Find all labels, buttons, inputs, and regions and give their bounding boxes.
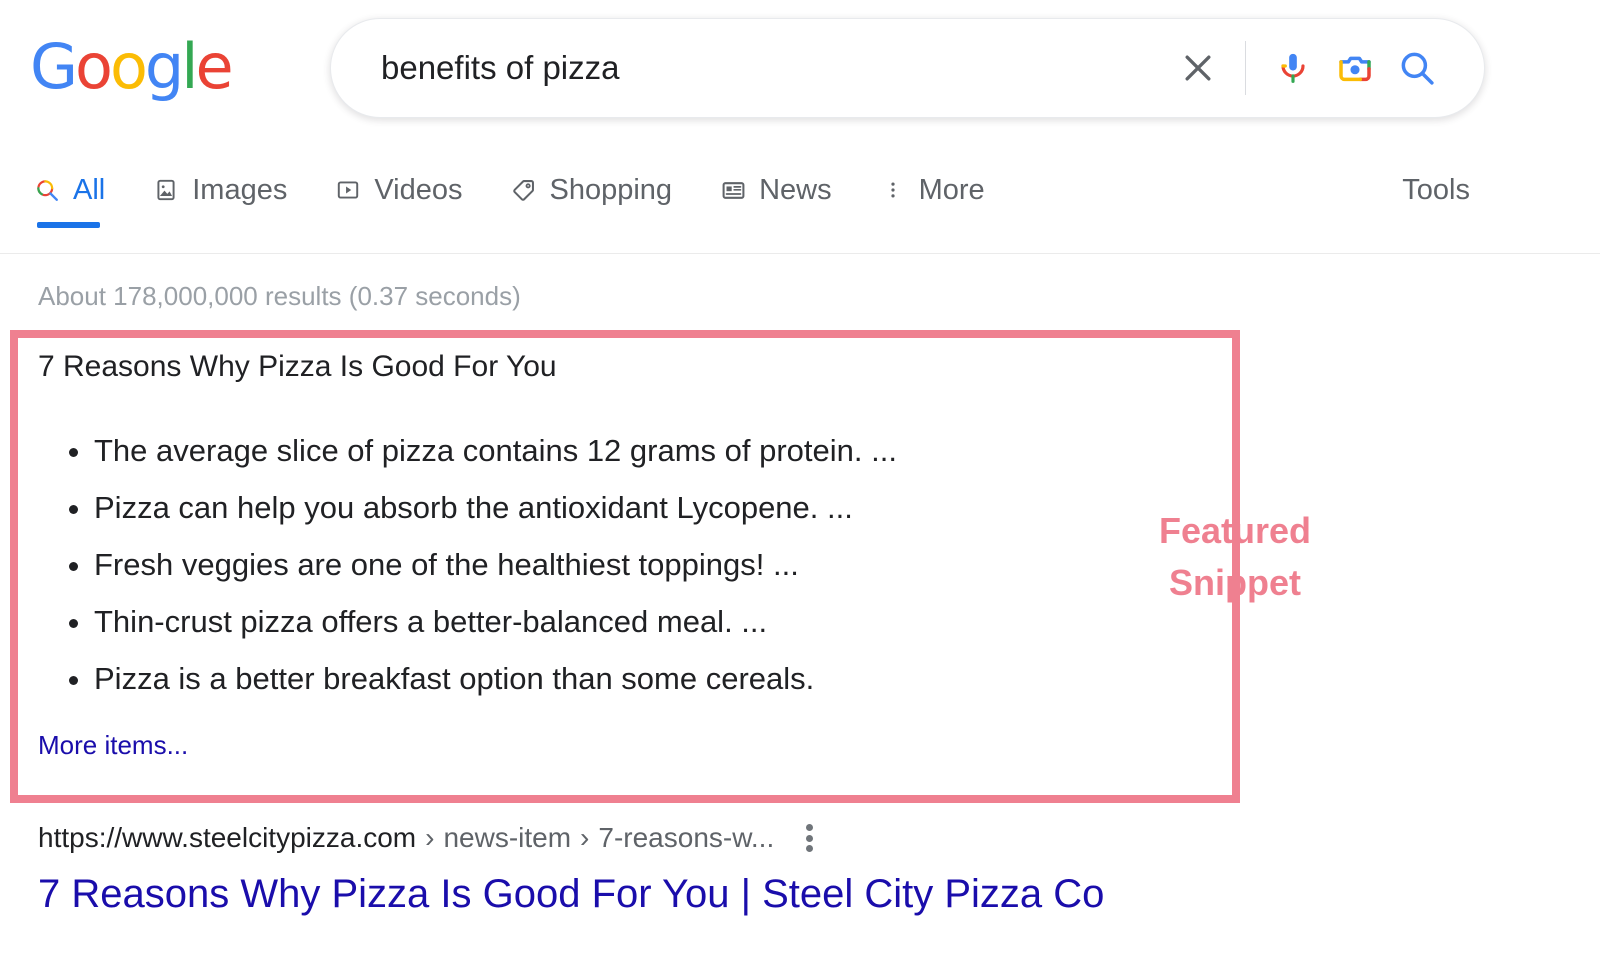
page-header: Google [0,0,1600,152]
list-item: Pizza is a better breakfast option than … [94,650,897,707]
tab-news[interactable]: News [718,152,832,228]
result-url-domain: https://www.steelcitypizza.com [38,822,417,853]
search-icon [1401,52,1434,85]
featured-snippet-annotation-label: Featured Snippet [1110,505,1360,609]
search-nav-bar: All Images Videos Shopping News More Too… [0,152,1600,254]
list-item: Pizza can help you absorb the antioxidan… [94,479,897,536]
breadcrumb-separator: › [425,822,435,853]
list-item: Thin-crust pizza offers a better-balance… [94,593,897,650]
search-input[interactable] [379,48,1167,88]
result-options-button[interactable] [806,824,814,852]
annotation-line-1: Featured [1158,510,1312,551]
featured-snippet-title: 7 Reasons Why Pizza Is Good For You [38,350,557,383]
list-item: The average slice of pizza contains 12 g… [94,422,897,479]
kebab-dot [806,845,814,852]
search-bar-actions [1167,37,1484,99]
kebab-dot [806,834,814,842]
list-item: Fresh veggies are one of the healthiest … [94,536,897,593]
tab-all-label: All [73,173,106,206]
breadcrumb-segment-1: news-item [443,822,572,853]
featured-snippet-bullet-list: The average slice of pizza contains 12 g… [56,422,897,707]
video-play-icon [333,175,363,205]
breadcrumb-separator: › [580,822,590,853]
tab-more[interactable]: More [878,152,985,228]
search-tabs: All Images Videos Shopping News More [32,152,1031,253]
search-icon [32,175,62,205]
voice-search-button[interactable] [1262,37,1324,99]
annotation-line-2: Snippet [1169,562,1301,604]
breadcrumb-segment-2: 7-reasons-w... [598,822,775,853]
result-stats: About 178,000,000 results (0.37 seconds) [38,281,521,311]
camera-lens-icon [1339,56,1371,82]
result-url-breadcrumb[interactable]: https://www.steelcitypizza.com › news-it… [38,822,814,854]
close-icon [1185,55,1211,81]
tab-news-label: News [759,173,832,206]
google-lens-button[interactable] [1324,37,1386,99]
tab-videos[interactable]: Videos [333,152,463,228]
search-bar[interactable] [330,18,1485,118]
logo-letter-e: e [195,30,234,103]
tools-button[interactable]: Tools [1402,174,1470,207]
newspaper-icon [718,175,748,205]
tab-more-label: More [918,173,985,206]
logo-letter-g2: g [144,30,184,103]
google-search-results-page: Google benefits of pizza All Images Vide… [0,0,1600,980]
active-tab-underline [37,222,101,228]
tab-all[interactable]: All [32,152,105,228]
tab-shopping[interactable]: Shopping [509,152,673,228]
more-items-link[interactable]: More items... [38,730,188,761]
google-logo[interactable]: Google [30,36,234,98]
logo-letter-o1: o [75,30,113,103]
kebab-dot [806,824,814,831]
search-actions-divider [1245,41,1246,95]
clear-search-button[interactable] [1167,37,1229,99]
tab-images[interactable]: Images [151,152,287,228]
price-tag-icon [509,175,539,205]
tab-videos-label: Videos [374,173,463,206]
search-submit-button[interactable] [1386,37,1448,99]
logo-letter-l: l [181,30,198,103]
kebab-menu-icon [878,175,908,205]
logo-letter-o2: o [109,30,148,103]
microphone-icon [1281,53,1305,83]
image-icon [151,175,181,205]
tab-shopping-label: Shopping [549,173,673,206]
result-title-link[interactable]: 7 Reasons Why Pizza Is Good For You | St… [38,872,1104,917]
tab-images-label: Images [192,173,288,206]
logo-letter-g1: G [30,30,78,103]
